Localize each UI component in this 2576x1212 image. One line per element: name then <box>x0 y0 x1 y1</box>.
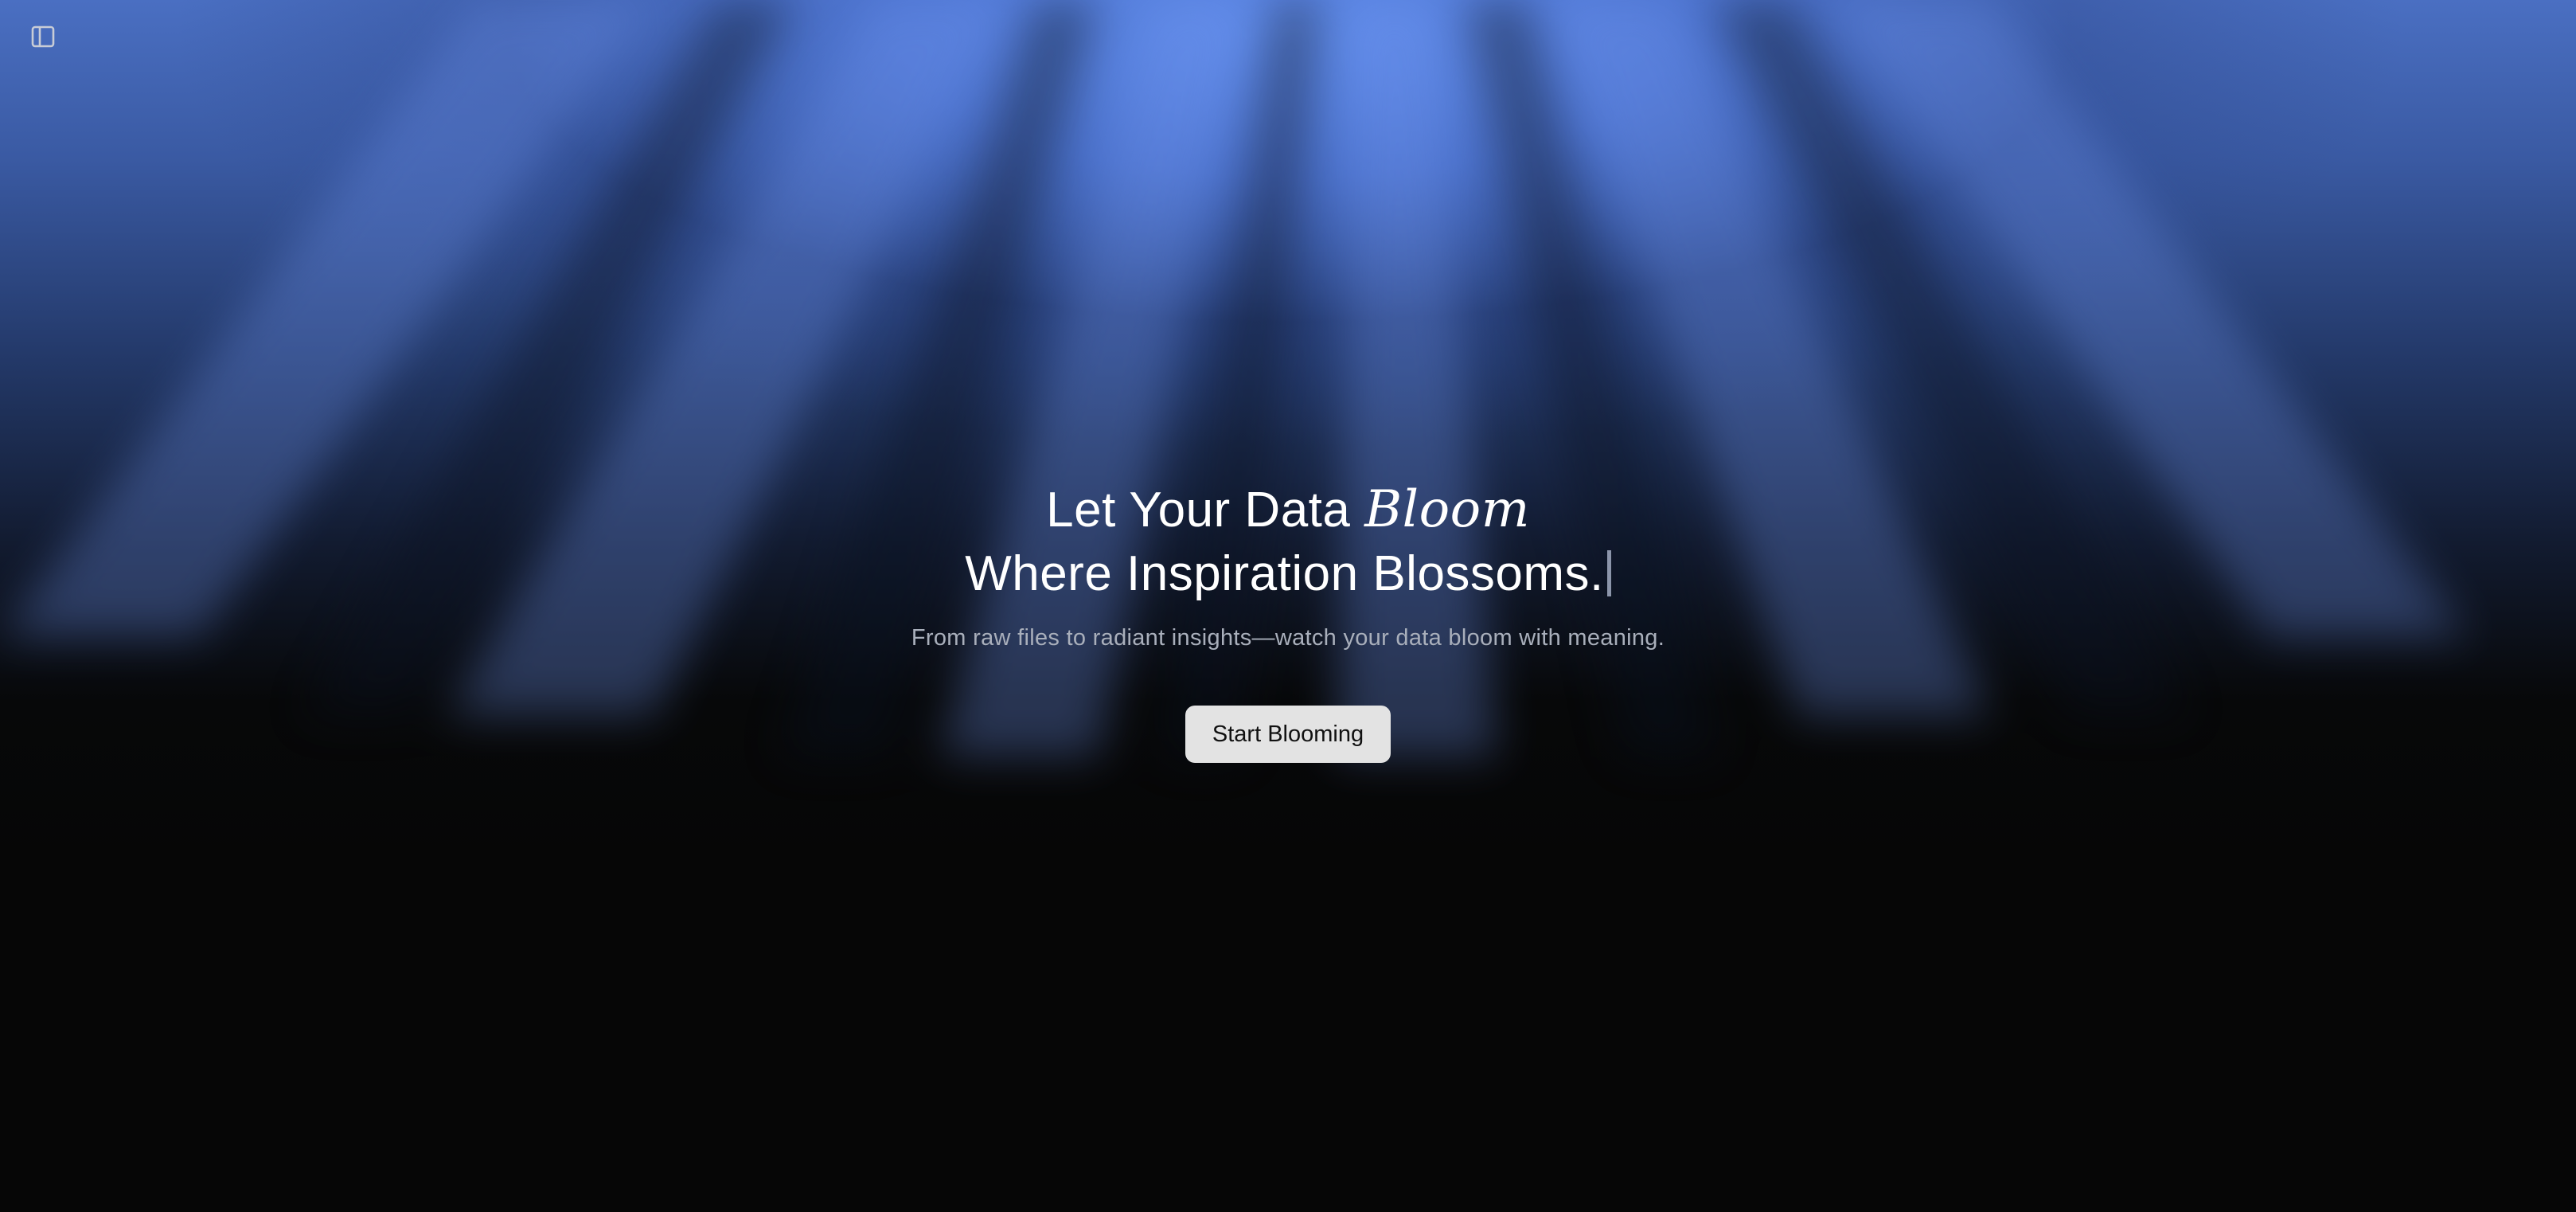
hero-subtitle: From raw files to radiant insights—watch… <box>911 625 1665 651</box>
hero-headline-line-2: Where Inspiration Blossoms. <box>0 542 2576 606</box>
typing-cursor <box>1606 550 1611 596</box>
hero-headline-line-1: Let Your Data Bloom <box>0 478 2576 542</box>
hero-headline-typed-text: Where Inspiration Blossoms. <box>965 546 1604 601</box>
hero-headline-emphasis: Bloom <box>1364 480 1530 539</box>
sidebar-panel-icon <box>31 25 55 48</box>
hero-section: Let Your Data Bloom Where Inspiration Bl… <box>0 478 2576 763</box>
page-root: Let Your Data Bloom Where Inspiration Bl… <box>0 0 2576 1212</box>
hero-headline-prefix: Let Your Data <box>1046 483 1351 538</box>
sidebar-toggle-button[interactable] <box>29 22 57 51</box>
start-blooming-button[interactable]: Start Blooming <box>1185 706 1391 763</box>
